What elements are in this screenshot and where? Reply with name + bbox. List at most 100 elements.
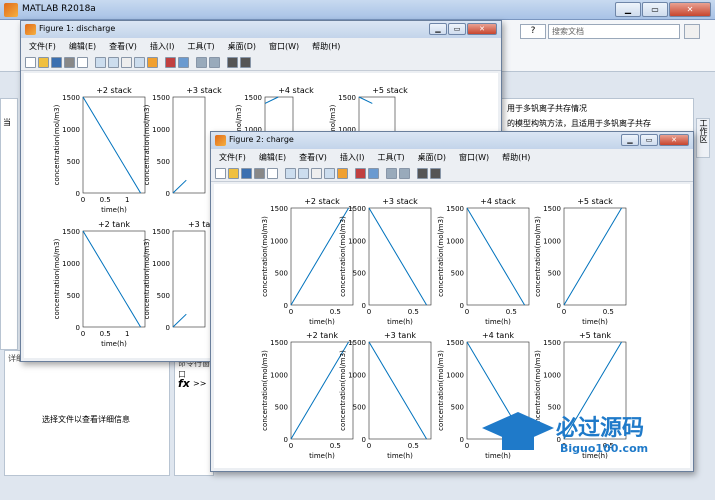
menu-item-6[interactable]: 窗口(W) xyxy=(459,151,489,165)
zoom-in-icon[interactable] xyxy=(95,57,106,68)
command-window[interactable]: 命令行窗口 fx >> xyxy=(174,352,214,476)
y-tick-label: 1500 xyxy=(543,339,561,347)
show-plot-tools-icon[interactable] xyxy=(240,57,251,68)
fx-icon[interactable]: fx xyxy=(178,377,190,390)
doc-line-2: 的模型构筑方法，且适用于多钒离子共存 xyxy=(507,119,651,128)
search-input[interactable]: 搜索文档 xyxy=(548,24,680,39)
menu-item-7[interactable]: 帮助(H) xyxy=(312,40,340,54)
x-tick-label: 0.5 xyxy=(603,308,614,316)
subplot--4-stack: +4 stack 0 500 1000 1500concentration(mol/m3… xyxy=(437,197,530,326)
doc-panel: 用于多钒离子共存情况 的模型构筑方法，且适用于多钒离子共存 xyxy=(498,98,694,132)
y-tick-label: 500 xyxy=(67,158,80,166)
zoom-in-icon[interactable] xyxy=(285,168,296,179)
save-icon[interactable] xyxy=(241,168,252,179)
open-icon[interactable] xyxy=(228,168,239,179)
menu-item-5[interactable]: 桌面(D) xyxy=(418,151,446,165)
menu-item-5[interactable]: 桌面(D) xyxy=(228,40,256,54)
x-tick-label: 0 xyxy=(367,442,371,450)
toolstrip-arrow-icon[interactable] xyxy=(684,24,700,39)
maximize-button[interactable]: ▭ xyxy=(640,134,658,146)
menu-item-0[interactable]: 文件(F) xyxy=(29,40,56,54)
x-axis-label: time(h) xyxy=(101,340,127,348)
data-cursor-icon[interactable] xyxy=(337,168,348,179)
y-tick-label: 1000 xyxy=(348,237,366,245)
subplot-title: +2 tank xyxy=(98,220,130,229)
y-tick-label: 500 xyxy=(67,292,80,300)
menu-item-3[interactable]: 插入(I) xyxy=(340,151,365,165)
menu-item-1[interactable]: 编辑(E) xyxy=(69,40,96,54)
select-file-hint: 选择文件以查看详细信息 xyxy=(42,415,130,424)
y-tick-label: 1000 xyxy=(446,237,464,245)
x-tick-label: 0 xyxy=(289,308,293,316)
new-file-icon[interactable] xyxy=(215,168,226,179)
subplot--2-tank: +2 tank 0 500 1000 1500concentration(mol/m3)… xyxy=(53,220,146,348)
new-file-icon[interactable] xyxy=(25,57,36,68)
y-tick-label: 0 xyxy=(460,302,464,310)
brush-icon[interactable] xyxy=(165,57,176,68)
workspace-tab[interactable]: 工作区 xyxy=(696,118,710,158)
maximize-button[interactable]: ▭ xyxy=(448,23,466,35)
pointer-icon[interactable] xyxy=(77,57,88,68)
figure-1-title-bar[interactable]: Figure 1: discharge ▁ ▭ ✕ xyxy=(21,21,501,38)
pointer-icon[interactable] xyxy=(267,168,278,179)
y-tick-label: 500 xyxy=(353,404,366,412)
zoom-out-icon[interactable] xyxy=(298,168,309,179)
y-tick-label: 1000 xyxy=(270,371,288,379)
rotate-icon[interactable] xyxy=(134,57,145,68)
figure-1-title: Figure 1: discharge xyxy=(39,24,116,33)
menu-item-6[interactable]: 窗口(W) xyxy=(269,40,299,54)
print-icon[interactable] xyxy=(254,168,265,179)
subplot-title: +4 stack xyxy=(480,197,516,206)
pan-icon[interactable] xyxy=(311,168,322,179)
menu-item-0[interactable]: 文件(F) xyxy=(219,151,246,165)
show-plot-tools-icon[interactable] xyxy=(430,168,441,179)
maximize-button[interactable]: ▭ xyxy=(642,2,668,17)
close-button[interactable]: ✕ xyxy=(669,2,711,17)
minimize-button[interactable]: ▁ xyxy=(429,23,447,35)
x-tick-label: 0.5 xyxy=(100,330,111,338)
save-icon[interactable] xyxy=(51,57,62,68)
hide-plot-tools-icon[interactable] xyxy=(227,57,238,68)
pan-icon[interactable] xyxy=(121,57,132,68)
y-tick-label: 0 xyxy=(284,436,288,444)
close-button[interactable]: ✕ xyxy=(467,23,497,35)
help-button[interactable]: ? xyxy=(520,24,546,39)
x-tick-label: 0 xyxy=(562,308,566,316)
menu-item-1[interactable]: 编辑(E) xyxy=(259,151,286,165)
menu-item-2[interactable]: 查看(V) xyxy=(109,40,137,54)
minimize-button[interactable]: ▁ xyxy=(615,2,641,17)
link-icon[interactable] xyxy=(178,57,189,68)
insert-colorbar-icon[interactable] xyxy=(386,168,397,179)
link-icon[interactable] xyxy=(368,168,379,179)
y-tick-label: 1500 xyxy=(348,339,366,347)
y-tick-label: 500 xyxy=(275,270,288,278)
rotate-icon[interactable] xyxy=(324,168,335,179)
menu-item-7[interactable]: 帮助(H) xyxy=(502,151,530,165)
figure-2-title-bar[interactable]: Figure 2: charge ▁ ▭ ✕ xyxy=(211,132,693,149)
y-tick-label: 1500 xyxy=(152,228,170,236)
insert-legend-icon[interactable] xyxy=(399,168,410,179)
zoom-out-icon[interactable] xyxy=(108,57,119,68)
menu-item-2[interactable]: 查看(V) xyxy=(299,151,327,165)
y-tick-label: 500 xyxy=(157,158,170,166)
minimize-button[interactable]: ▁ xyxy=(621,134,639,146)
y-tick-label: 0 xyxy=(166,190,170,198)
menu-item-3[interactable]: 插入(I) xyxy=(150,40,175,54)
print-icon[interactable] xyxy=(64,57,75,68)
hide-plot-tools-icon[interactable] xyxy=(417,168,428,179)
brush-icon[interactable] xyxy=(355,168,366,179)
matlab-title-bar: MATLAB R2018a ▁ ▭ ✕ xyxy=(0,0,715,20)
data-cursor-icon[interactable] xyxy=(147,57,158,68)
figure-1-toolbar xyxy=(21,55,501,71)
subplot-title: +3 stack xyxy=(382,197,418,206)
insert-legend-icon[interactable] xyxy=(209,57,220,68)
insert-colorbar-icon[interactable] xyxy=(196,57,207,68)
y-tick-label: 1000 xyxy=(543,371,561,379)
y-tick-label: 500 xyxy=(548,270,561,278)
axes-box xyxy=(466,207,530,306)
menu-item-4[interactable]: 工具(T) xyxy=(187,40,214,54)
close-button[interactable]: ✕ xyxy=(659,134,689,146)
open-icon[interactable] xyxy=(38,57,49,68)
menu-item-4[interactable]: 工具(T) xyxy=(377,151,404,165)
x-tick-label: 0 xyxy=(81,196,85,204)
